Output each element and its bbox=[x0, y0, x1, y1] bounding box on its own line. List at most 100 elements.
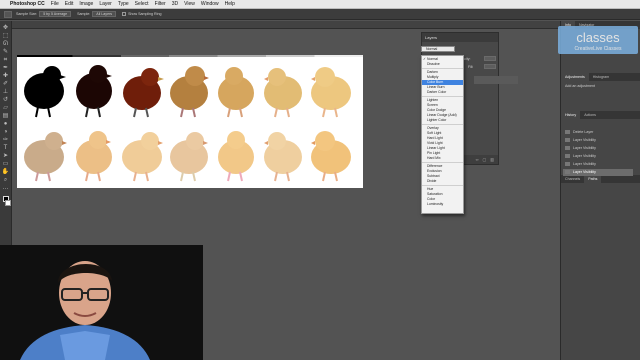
menu-file[interactable]: File bbox=[51, 1, 59, 7]
blend-mode-select[interactable]: Normal bbox=[421, 46, 455, 52]
menu-view[interactable]: View bbox=[184, 1, 195, 7]
document-canvas[interactable] bbox=[17, 57, 363, 188]
marquee-tool-icon[interactable]: ⬚ bbox=[2, 33, 10, 40]
path-selection-tool-icon[interactable]: ➤ bbox=[2, 153, 10, 160]
new-layer-icon[interactable]: ▢ bbox=[482, 157, 486, 162]
sample-size-select[interactable]: 5 by 5 Average bbox=[39, 11, 72, 17]
tab-paths[interactable]: Paths bbox=[584, 175, 602, 183]
tab-channels[interactable]: Channels bbox=[561, 177, 584, 181]
blend-mode-label: Saturation bbox=[427, 192, 443, 196]
adjustments-hint: Add an adjustment bbox=[565, 84, 595, 88]
menu-select[interactable]: Select bbox=[135, 1, 149, 7]
gradient-tool-icon[interactable]: ▤ bbox=[2, 113, 10, 120]
menu-type[interactable]: Type bbox=[118, 1, 129, 7]
blend-mode-group: Normal ✓ Dissolve bbox=[422, 56, 463, 69]
blend-mode-label: Hue bbox=[427, 187, 434, 191]
zoom-tool-icon[interactable]: ⌕ bbox=[2, 177, 10, 184]
dodge-tool-icon[interactable]: ◑ bbox=[2, 129, 10, 136]
layer-row[interactable] bbox=[474, 76, 518, 84]
eyedropper-tool-preset-icon[interactable] bbox=[4, 10, 12, 18]
fill-field[interactable] bbox=[484, 64, 496, 69]
app-name[interactable]: Photoshop CC bbox=[10, 1, 45, 7]
menu-help[interactable]: Help bbox=[225, 1, 235, 7]
tab-history[interactable]: History bbox=[561, 111, 581, 119]
background-color-swatch[interactable] bbox=[4, 200, 11, 206]
blend-mode-dropdown: Normal ✓ Dissolve Darken Multiply Color Burn L… bbox=[421, 55, 464, 214]
crop-tool-icon[interactable]: ⌗ bbox=[2, 57, 10, 64]
history-item[interactable]: Layer Visibility bbox=[563, 161, 633, 168]
blend-mode-item-hard-mix[interactable]: Hard Mix bbox=[422, 156, 463, 161]
history-item[interactable]: Layer Visibility bbox=[563, 153, 633, 160]
eraser-tool-icon[interactable]: ▱ bbox=[2, 105, 10, 112]
pen-tool-icon[interactable]: ✑ bbox=[2, 137, 10, 144]
blend-mode-label: Hard Light bbox=[427, 136, 443, 140]
channels-tabs: Channels Paths bbox=[561, 175, 640, 183]
blend-mode-label: Pin Light bbox=[427, 151, 441, 155]
blend-mode-label: Darker Color bbox=[427, 90, 447, 94]
fill-label: Fill: bbox=[468, 65, 474, 69]
blend-mode-label: Hard Mix bbox=[427, 156, 441, 160]
menu-image[interactable]: Image bbox=[79, 1, 93, 7]
blend-mode-label: Exclusion bbox=[427, 169, 442, 173]
history-tabs: History Actions bbox=[561, 111, 640, 119]
blend-mode-label: Color Dodge bbox=[427, 108, 447, 112]
history-item[interactable]: Layer Visibility bbox=[563, 145, 633, 152]
tab-adjustments[interactable]: Adjustments bbox=[561, 73, 589, 81]
link-layers-icon[interactable]: ∞ bbox=[476, 157, 479, 162]
chick-row-top bbox=[24, 65, 351, 118]
blend-mode-group: Hue Saturation Color Luminosity bbox=[422, 186, 463, 208]
blend-mode-label: Luminosity bbox=[427, 202, 444, 206]
hand-tool-icon[interactable]: ✋ bbox=[2, 169, 10, 176]
menu-edit[interactable]: Edit bbox=[65, 1, 74, 7]
document-tab-bar[interactable] bbox=[12, 21, 560, 29]
blend-mode-item-lighter-color[interactable]: Lighter Color bbox=[422, 118, 463, 123]
healing-tool-icon[interactable]: ✚ bbox=[2, 73, 10, 80]
tab-histogram[interactable]: Histogram bbox=[589, 75, 613, 79]
eyedropper-tool-icon[interactable]: ✒ bbox=[2, 65, 10, 72]
blend-mode-label: Normal bbox=[427, 57, 438, 61]
quick-select-tool-icon[interactable]: ✎ bbox=[2, 49, 10, 56]
blend-mode-label: Darken bbox=[427, 70, 438, 74]
history-item[interactable]: Layer Visibility bbox=[563, 137, 633, 144]
history-item-selected[interactable]: Layer Visibility bbox=[563, 169, 633, 176]
shape-tool-icon[interactable]: ▭ bbox=[2, 161, 10, 168]
show-ring-checkbox[interactable] bbox=[122, 12, 127, 16]
chicks-image bbox=[24, 65, 351, 182]
more-tools-icon[interactable]: … bbox=[2, 185, 10, 192]
webcam-overlay bbox=[0, 245, 203, 360]
move-tool-icon[interactable]: ✥ bbox=[2, 25, 10, 32]
opacity-field[interactable] bbox=[484, 56, 496, 61]
blend-mode-label: Linear Burn bbox=[427, 85, 445, 89]
blend-mode-label: Screen bbox=[427, 103, 438, 107]
blend-mode-item-luminosity[interactable]: Luminosity bbox=[422, 202, 463, 207]
blend-mode-label: Linear Dodge (Add) bbox=[427, 113, 457, 117]
show-ring-label: Show Sampling Ring bbox=[128, 12, 162, 16]
tools-panel: ✥ ⬚ ᘏ ✎ ⌗ ✒ ✚ ✐ ⊥ ↺ ▱ ▤ ● ◑ ✑ T ➤ ▭ ✋ ⌕ … bbox=[0, 21, 12, 246]
blend-mode-label: Dissolve bbox=[427, 62, 440, 66]
blur-tool-icon[interactable]: ● bbox=[2, 121, 10, 128]
sample-select[interactable]: All Layers bbox=[92, 11, 117, 17]
blend-mode-item-divide[interactable]: Divide bbox=[422, 179, 463, 184]
blend-mode-label: Overlay bbox=[427, 126, 439, 130]
delete-layer-icon[interactable]: ▥ bbox=[490, 157, 494, 162]
menu-filter[interactable]: Filter bbox=[155, 1, 166, 7]
clone-stamp-tool-icon[interactable]: ⊥ bbox=[2, 89, 10, 96]
watermark-text: classes bbox=[576, 30, 620, 45]
blend-mode-item-dissolve[interactable]: Dissolve bbox=[422, 62, 463, 67]
right-dock: Info Navigator Adjustments Histogram Add… bbox=[560, 21, 640, 360]
layers-panel-title[interactable]: Layers bbox=[422, 33, 498, 42]
blend-mode-label: Soft Light bbox=[427, 131, 442, 135]
brush-tool-icon[interactable]: ✐ bbox=[2, 81, 10, 88]
history-brush-tool-icon[interactable]: ↺ bbox=[2, 97, 10, 104]
blend-mode-item-darker-color[interactable]: Darker Color bbox=[422, 90, 463, 95]
history-item[interactable]: Delete Layer bbox=[563, 129, 633, 136]
watermark-subtext: CreativeLive Classes bbox=[574, 46, 622, 52]
type-tool-icon[interactable]: T bbox=[2, 145, 10, 152]
tab-actions[interactable]: Actions bbox=[580, 113, 600, 117]
menu-window[interactable]: Window bbox=[201, 1, 219, 7]
blend-mode-label: Lighter Color bbox=[427, 118, 447, 122]
menu-3d[interactable]: 3D bbox=[172, 1, 178, 7]
blend-mode-label: Lighten bbox=[427, 98, 439, 102]
menu-layer[interactable]: Layer bbox=[99, 1, 112, 7]
lasso-tool-icon[interactable]: ᘏ bbox=[2, 41, 10, 48]
